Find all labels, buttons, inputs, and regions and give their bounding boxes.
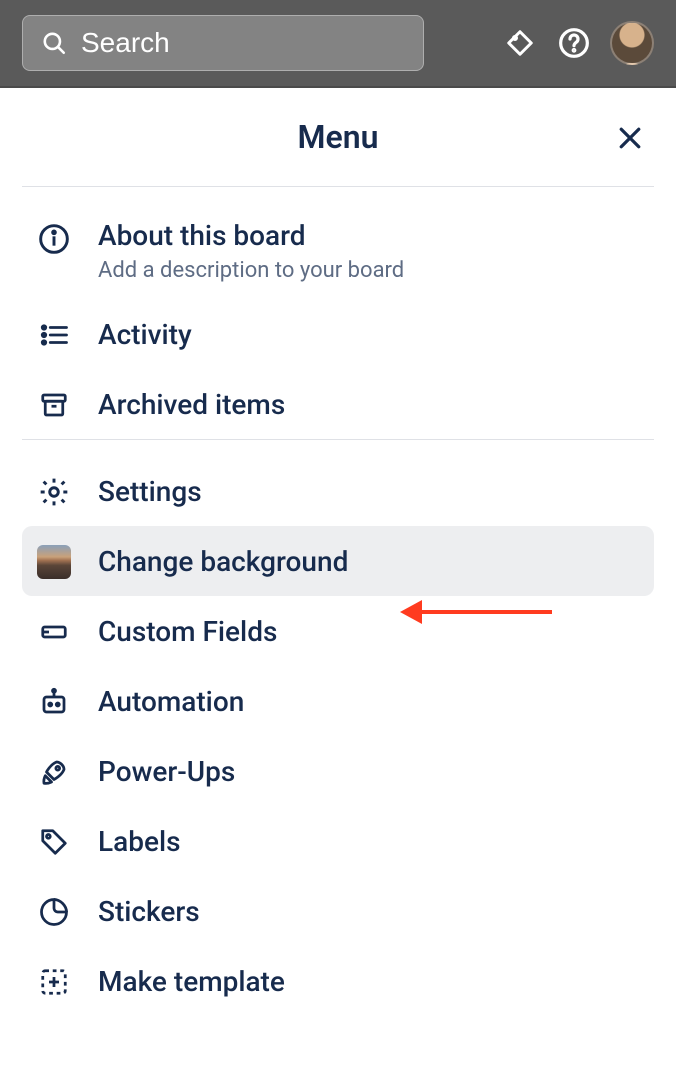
menu-item-power-ups[interactable]: Power-Ups <box>22 736 654 806</box>
menu-item-archived[interactable]: Archived items <box>22 369 654 439</box>
menu-item-labels[interactable]: Labels <box>22 806 654 876</box>
archive-icon <box>36 387 72 423</box>
search-field[interactable] <box>22 15 424 71</box>
menu-item-automation[interactable]: Automation <box>22 666 654 736</box>
tag-icon[interactable] <box>502 25 538 61</box>
menu-item-label: Archived items <box>98 388 285 421</box>
top-bar <box>0 0 676 88</box>
activity-icon <box>36 317 72 353</box>
search-icon <box>41 25 67 61</box>
menu-item-label: About this board <box>98 219 404 252</box>
menu-item-label: Change background <box>98 545 348 578</box>
menu-group-1: About this board Add a description to yo… <box>22 187 654 439</box>
menu-item-label: Settings <box>98 475 202 508</box>
menu-item-settings[interactable]: Settings <box>22 456 654 526</box>
menu-item-stickers[interactable]: Stickers <box>22 876 654 946</box>
sticker-icon <box>36 894 72 930</box>
robot-icon <box>36 684 72 720</box>
menu-item-label: Power-Ups <box>98 755 235 788</box>
menu-item-label: Automation <box>98 685 244 718</box>
menu-panel: Menu About this board Add a description … <box>0 88 676 1016</box>
menu-item-about[interactable]: About this board Add a description to yo… <box>22 203 654 299</box>
rocket-icon <box>36 754 72 790</box>
menu-item-label: Activity <box>98 318 192 351</box>
menu-item-custom-fields[interactable]: Custom Fields <box>22 596 654 666</box>
annotation-arrow <box>400 600 552 624</box>
gear-icon <box>36 474 72 510</box>
menu-item-make-template[interactable]: Make template <box>22 946 654 1016</box>
avatar[interactable] <box>610 21 654 65</box>
template-icon <box>36 964 72 1000</box>
fields-icon <box>36 614 72 650</box>
menu-item-sub: Add a description to your board <box>98 258 404 283</box>
panel-header: Menu <box>22 88 654 186</box>
panel-title: Menu <box>298 118 379 156</box>
menu-item-label: Custom Fields <box>98 615 277 648</box>
menu-item-label: Make template <box>98 965 285 998</box>
menu-item-label: Labels <box>98 825 181 858</box>
menu-item-activity[interactable]: Activity <box>22 299 654 369</box>
menu-item-label: Stickers <box>98 895 200 928</box>
menu-item-change-background[interactable]: Change background <box>22 526 654 596</box>
search-input[interactable] <box>81 27 442 59</box>
tag-icon <box>36 824 72 860</box>
help-icon[interactable] <box>556 25 592 61</box>
info-icon <box>36 221 72 257</box>
menu-group-2: Settings Change background Custom Fields… <box>22 440 654 1016</box>
background-thumb-icon <box>36 544 72 580</box>
close-button[interactable] <box>612 120 648 156</box>
